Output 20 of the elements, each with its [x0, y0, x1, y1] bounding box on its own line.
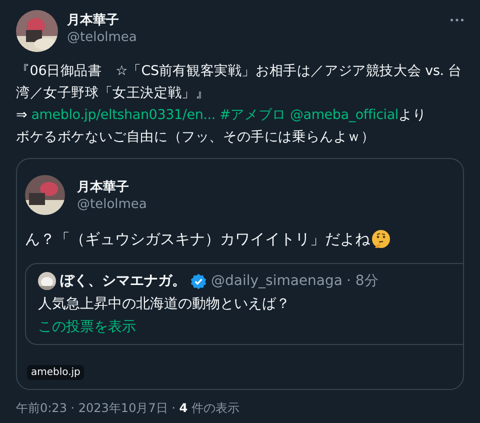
- author-name[interactable]: 月本華子: [67, 12, 137, 29]
- domain-label: ameblo.jp: [27, 365, 84, 380]
- card-text: ん？「（ギュウシガスキナ）カワイイトリ」だよね: [25, 230, 370, 248]
- link-card[interactable]: 月本華子 @telolmea ん？「（ギュウシガスキナ）カワイイトリ」だよね ぼく、シマエナガ。 @daily_simaenaga · 8分 人気急上昇中の北海道の動物といえば？ この投票を表示 ameblo.jp: [16, 158, 464, 390]
- show-poll-link[interactable]: この投票を表示: [38, 318, 136, 336]
- quoted-post[interactable]: ぼく、シマエナガ。 @daily_simaenaga · 8分 人気急上昇中の北海道の動物といえば？ この投票を表示: [25, 263, 463, 345]
- post-time: · 8分: [346, 272, 378, 290]
- quoted-author-name: ぼく、シマエナガ。: [60, 272, 186, 290]
- tweet-link[interactable]: #アメブロ: [220, 107, 286, 123]
- more-icon[interactable]: [450, 18, 464, 22]
- tweet-link[interactable]: ameblo.jp/eltshan0331/en...: [31, 107, 216, 123]
- quoted-text: 人気急上昇中の北海道の動物といえば？: [38, 295, 291, 313]
- post-meta: 午前0:23 · 2023年10月7日 · 4 件の表示: [16, 400, 240, 417]
- author-handle[interactable]: @telolmea: [67, 29, 137, 46]
- tweet-link[interactable]: @ameba_official: [290, 107, 398, 123]
- author-handle: @telolmea: [77, 196, 147, 213]
- tweet-text: 『06日御品書 ☆「CS前有観客実戦」お相手は／アジア競技大会 vs. 台湾／女子野球「女王決定戦」』 ⇒ ameblo.jp/eltshan0331/en... #アメブロ @ameba_officialより ボケるボケないご自由に（フッ、その手には乗らんよｗ）: [16, 62, 463, 147]
- author-name: 月本華子: [77, 179, 130, 196]
- quoted-author-handle: @daily_simaenaga: [211, 273, 342, 289]
- thinking-face-icon: [371, 229, 391, 249]
